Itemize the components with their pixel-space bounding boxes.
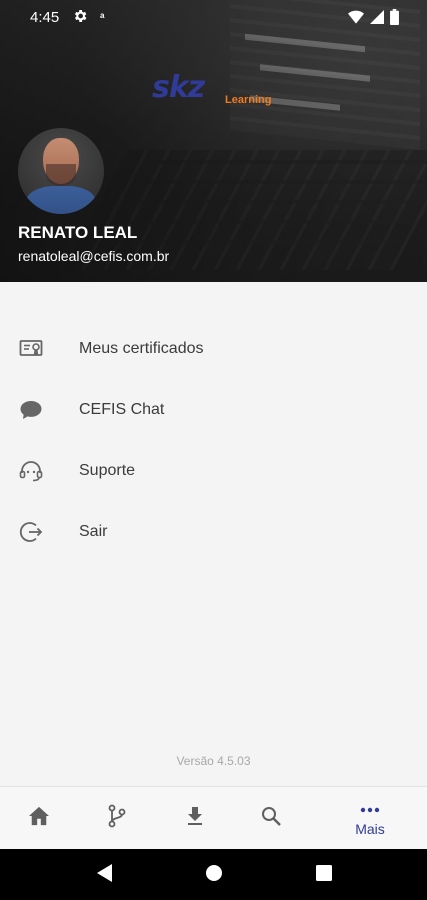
menu-item-support[interactable]: Suporte [0, 440, 427, 501]
back-button[interactable] [91, 862, 117, 888]
drawer-menu: Meus certificados CEFIS Chat Suporte Sai… [0, 318, 427, 562]
menu-item-label: Suporte [79, 461, 136, 479]
menu-item-label: CEFIS Chat [79, 400, 165, 418]
search-icon [261, 806, 281, 831]
user-email: renatoleal@cefis.com.br [18, 248, 170, 264]
nav-home[interactable] [18, 787, 60, 850]
nav-trails[interactable] [96, 787, 138, 850]
recents-button[interactable] [311, 862, 337, 888]
support-icon [18, 458, 44, 484]
logo-main-text: skz [152, 70, 205, 105]
nav-search[interactable] [250, 787, 292, 850]
menu-item-label: Sair [79, 522, 108, 540]
recents-icon [316, 864, 332, 886]
branch-icon [107, 804, 127, 833]
menu-item-logout[interactable]: Sair [0, 501, 427, 562]
status-time: 4:45 [30, 9, 60, 26]
gear-icon [72, 8, 88, 24]
wifi-icon [348, 10, 364, 28]
download-icon [186, 806, 204, 831]
chat-icon [18, 397, 44, 423]
home-button[interactable] [201, 862, 227, 888]
nav-downloads[interactable] [174, 787, 216, 850]
avatar [18, 128, 104, 214]
menu-item-chat[interactable]: CEFIS Chat [0, 379, 427, 440]
nav-more[interactable]: Mais [345, 787, 395, 850]
home-circle-icon [205, 864, 223, 887]
status-bar: 4:45 a [0, 0, 427, 34]
certificate-icon [18, 336, 44, 362]
profile-header: 4:45 a skz Learning RENATO LEAL renatole… [0, 0, 427, 282]
status-indicators [348, 9, 399, 29]
logo-sub-text: Learning [225, 94, 272, 106]
brand-logo: skz Learning [152, 70, 271, 110]
notification-icon: a [100, 11, 105, 20]
signal-icon [370, 10, 384, 28]
nav-more-label: Mais [355, 821, 385, 837]
logout-icon [18, 519, 44, 545]
home-icon [28, 806, 50, 831]
more-icon [360, 800, 380, 818]
system-navigation-bar [0, 849, 427, 900]
back-icon [95, 863, 113, 888]
menu-item-label: Meus certificados [79, 339, 204, 357]
bottom-navigation: Mais [0, 786, 427, 849]
user-name: RENATO LEAL [18, 223, 138, 242]
battery-icon [390, 9, 399, 29]
app-version: Versão 4.5.03 [176, 754, 251, 768]
menu-item-certificates[interactable]: Meus certificados [0, 318, 427, 379]
